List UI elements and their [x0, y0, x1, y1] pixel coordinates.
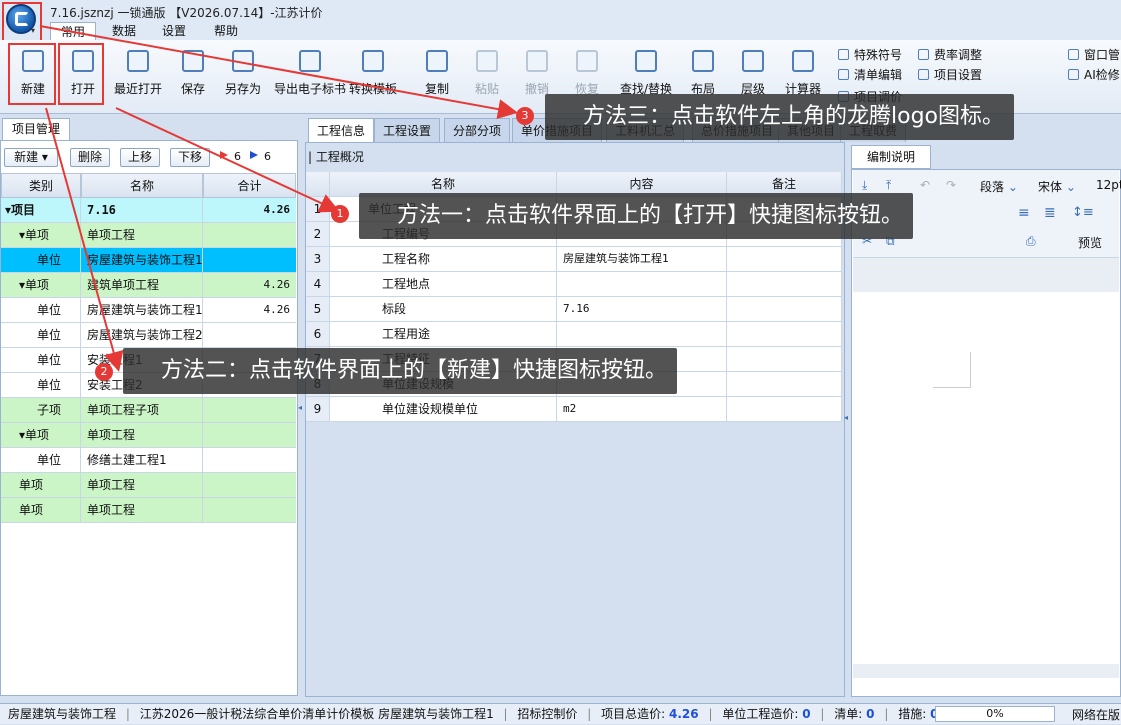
callout-badge-two: 2 [95, 363, 113, 381]
callout-method-one: 方法一：点击软件界面上的【打开】快捷图标按钮。 [359, 193, 914, 239]
arrow-open [115, 107, 340, 213]
callout-method-three: 方法三：点击软件左上角的龙腾logo图标。 [545, 94, 1014, 140]
callout-badge-one: 1 [331, 205, 349, 223]
arrow-new [45, 107, 124, 372]
callout-badge-three: 3 [516, 107, 534, 125]
arrow-logo [39, 25, 518, 119]
callout-method-two: 方法二：点击软件界面上的【新建】快捷图标按钮。 [123, 348, 678, 394]
